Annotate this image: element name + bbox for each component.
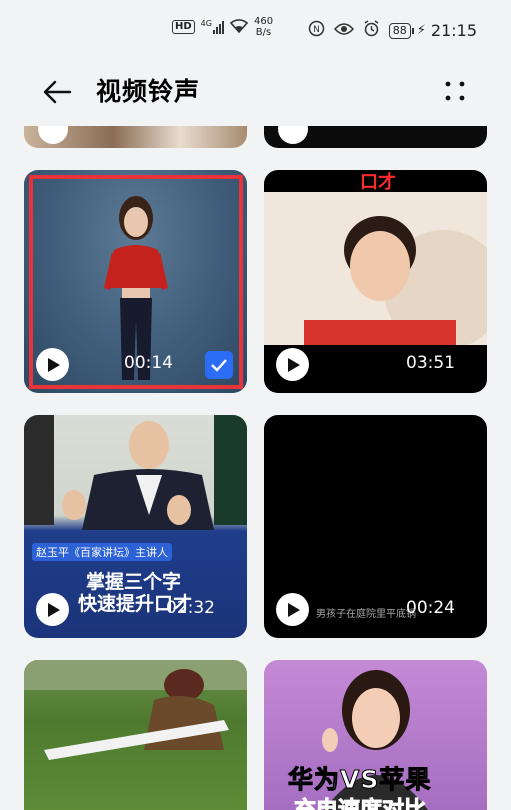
speaker-tag-text: 赵玉平《百家讲坛》主讲人 (36, 546, 168, 559)
thumbnail-caption-line2: 充电速度对比 (293, 792, 426, 810)
video-card[interactable]: 口才 03:51 (264, 170, 487, 393)
video-card-partial-left[interactable] (24, 126, 247, 148)
more-dots-icon (445, 81, 465, 101)
video-card[interactable]: 00:14 (24, 170, 247, 393)
video-duration: 00:14 (124, 353, 173, 373)
play-icon (288, 357, 300, 372)
video-duration: 00:24 (406, 598, 455, 618)
back-button[interactable] (40, 74, 76, 110)
title-bar: 视频铃声 (0, 58, 511, 122)
play-button[interactable] (276, 593, 309, 626)
play-button[interactable] (276, 348, 309, 381)
check-icon (211, 359, 227, 372)
play-icon (288, 602, 300, 617)
play-button[interactable] (36, 348, 69, 381)
video-duration: 02:32 (166, 598, 215, 618)
video-card[interactable]: 男孩子在庭院里平底锅 00:24 (264, 415, 487, 638)
thumbnail-caption-line1: 华为VS苹果 (287, 765, 432, 795)
person-figure (24, 660, 247, 760)
page-title: 视频铃声 (96, 77, 201, 106)
play-button[interactable] (36, 593, 69, 626)
thumbnail-caption: 男孩子在庭院里平底锅 (316, 609, 416, 620)
back-arrow-icon (43, 80, 72, 104)
video-thumbnail: 华为VS苹果 充电速度对比 (264, 660, 487, 810)
more-options-button[interactable] (440, 76, 470, 106)
play-icon (48, 357, 60, 372)
video-card[interactable]: 华为VS苹果 充电速度对比 (264, 660, 487, 810)
play-icon (48, 602, 60, 617)
video-card[interactable] (24, 660, 247, 810)
video-duration: 03:51 (406, 353, 455, 373)
speaker-tag: 赵玉平《百家讲坛》主讲人 (32, 543, 172, 561)
video-thumbnail (24, 660, 247, 810)
selected-checkbox[interactable] (205, 351, 233, 379)
video-card[interactable]: 赵玉平《百家讲坛》主讲人 掌握三个字 快速提升口才 02:32 (24, 415, 247, 638)
video-card-partial-right[interactable] (264, 126, 487, 148)
